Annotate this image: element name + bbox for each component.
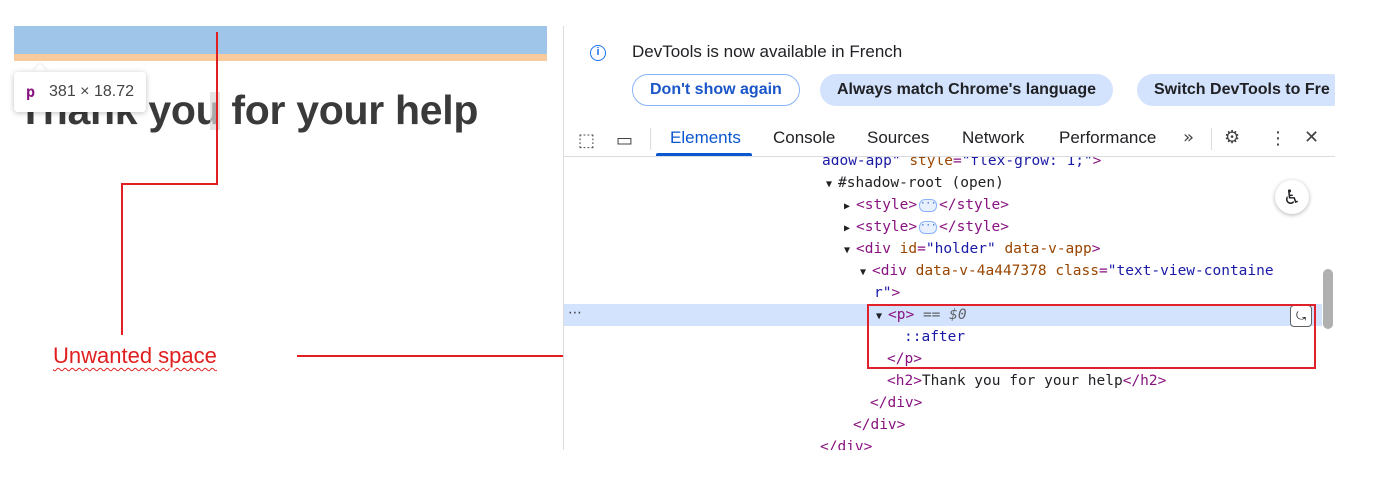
tab-sources[interactable]: Sources bbox=[867, 128, 929, 148]
collapse-triangle-icon[interactable]: ▶ bbox=[844, 196, 856, 218]
annotation-label: Unwanted space bbox=[53, 343, 217, 368]
inspect-element-icon[interactable]: ⬚ bbox=[578, 130, 595, 151]
tree-node[interactable]: </div> bbox=[820, 436, 872, 450]
expand-triangle-icon[interactable]: ▼ bbox=[826, 174, 838, 196]
tree-node[interactable]: ▼ <div data-v-4a447378 class="text-view-c… bbox=[860, 260, 1274, 282]
tree-node[interactable]: <h2>Thank you for your help</h2> bbox=[887, 370, 1166, 392]
expand-triangle-icon[interactable]: ▼ bbox=[860, 262, 872, 284]
annotation-line bbox=[297, 355, 581, 357]
annotation-line bbox=[121, 183, 123, 335]
collapse-triangle-icon[interactable]: ▶ bbox=[844, 218, 856, 240]
node-actions-icon[interactable]: ⋯ bbox=[568, 304, 582, 326]
active-tab-indicator bbox=[656, 153, 752, 156]
ellipsis-icon[interactable]: ··· bbox=[919, 198, 938, 212]
tree-node[interactable]: </div> bbox=[870, 392, 922, 414]
tree-node[interactable]: </div> bbox=[853, 414, 905, 436]
info-icon: i bbox=[590, 45, 606, 61]
toolbar-divider bbox=[1211, 128, 1212, 150]
more-tabs-icon[interactable]: » bbox=[1183, 127, 1194, 148]
close-icon[interactable]: ✕ bbox=[1304, 127, 1319, 148]
shadow-root-label: #shadow-root (open) bbox=[838, 175, 1004, 191]
inspect-tooltip: p 381 × 18.72 bbox=[14, 72, 146, 112]
tree-node[interactable]: ▼ <div id="holder" data-v-app> bbox=[844, 238, 1100, 260]
tag-close: > bbox=[1092, 157, 1102, 169]
tree-node[interactable]: ▼ #shadow-root (open) bbox=[826, 172, 1004, 194]
tab-elements[interactable]: Elements bbox=[670, 128, 741, 148]
attr-value: "flex-grow: 1;" bbox=[961, 157, 1093, 169]
text-cursor-highlight bbox=[210, 92, 220, 130]
language-infobar: i DevTools is now available in French bbox=[564, 26, 1335, 66]
tab-performance[interactable]: Performance bbox=[1059, 128, 1156, 148]
more-options-icon[interactable]: ⋮ bbox=[1269, 128, 1287, 149]
annotation-box bbox=[867, 304, 1316, 369]
tooltip-tag: p bbox=[26, 83, 36, 101]
annotation-line bbox=[121, 183, 218, 185]
element-content-highlight bbox=[14, 26, 547, 54]
tree-node: r"> bbox=[874, 285, 901, 301]
annotation-line bbox=[216, 32, 218, 184]
attr-name: style bbox=[909, 157, 953, 169]
dont-show-again-button[interactable]: Don't show again bbox=[632, 74, 800, 106]
page-preview: Thank you for your help p 381 × 18.72 bbox=[0, 0, 563, 490]
devtools-tabbar: ⬚ ▭ Elements Console Sources Network Per… bbox=[564, 120, 1335, 157]
tooltip-arrow bbox=[32, 64, 48, 72]
switch-to-french-button[interactable]: Switch DevTools to Fre bbox=[1137, 74, 1335, 106]
tree-node[interactable]: ▶ <style> ··· </style> bbox=[844, 194, 1009, 216]
infobar-message: DevTools is now available in French bbox=[632, 42, 903, 61]
device-toolbar-icon[interactable]: ▭ bbox=[616, 130, 633, 151]
accessibility-icon[interactable]: ♿ bbox=[1275, 180, 1309, 214]
scrollbar[interactable] bbox=[1323, 269, 1333, 329]
tab-network[interactable]: Network bbox=[962, 128, 1024, 148]
tab-console[interactable]: Console bbox=[773, 128, 835, 148]
always-match-language-button[interactable]: Always match Chrome's language bbox=[820, 74, 1113, 106]
tree-node[interactable]: adow-app" style="flex-grow: 1;"> bbox=[822, 157, 1101, 172]
toolbar-divider bbox=[650, 128, 651, 150]
element-margin-highlight bbox=[14, 54, 547, 61]
expand-triangle-icon[interactable]: ▼ bbox=[844, 240, 856, 262]
devtools-panel: i DevTools is now available in French Do… bbox=[563, 26, 1335, 450]
tooltip-dimensions: 381 × 18.72 bbox=[49, 83, 134, 100]
gear-icon[interactable]: ⚙ bbox=[1224, 127, 1240, 148]
attr-value: adow-app" bbox=[822, 157, 901, 169]
tree-node[interactable]: ▶ <style> ··· </style> bbox=[844, 216, 1009, 238]
ellipsis-icon[interactable]: ··· bbox=[919, 220, 938, 234]
